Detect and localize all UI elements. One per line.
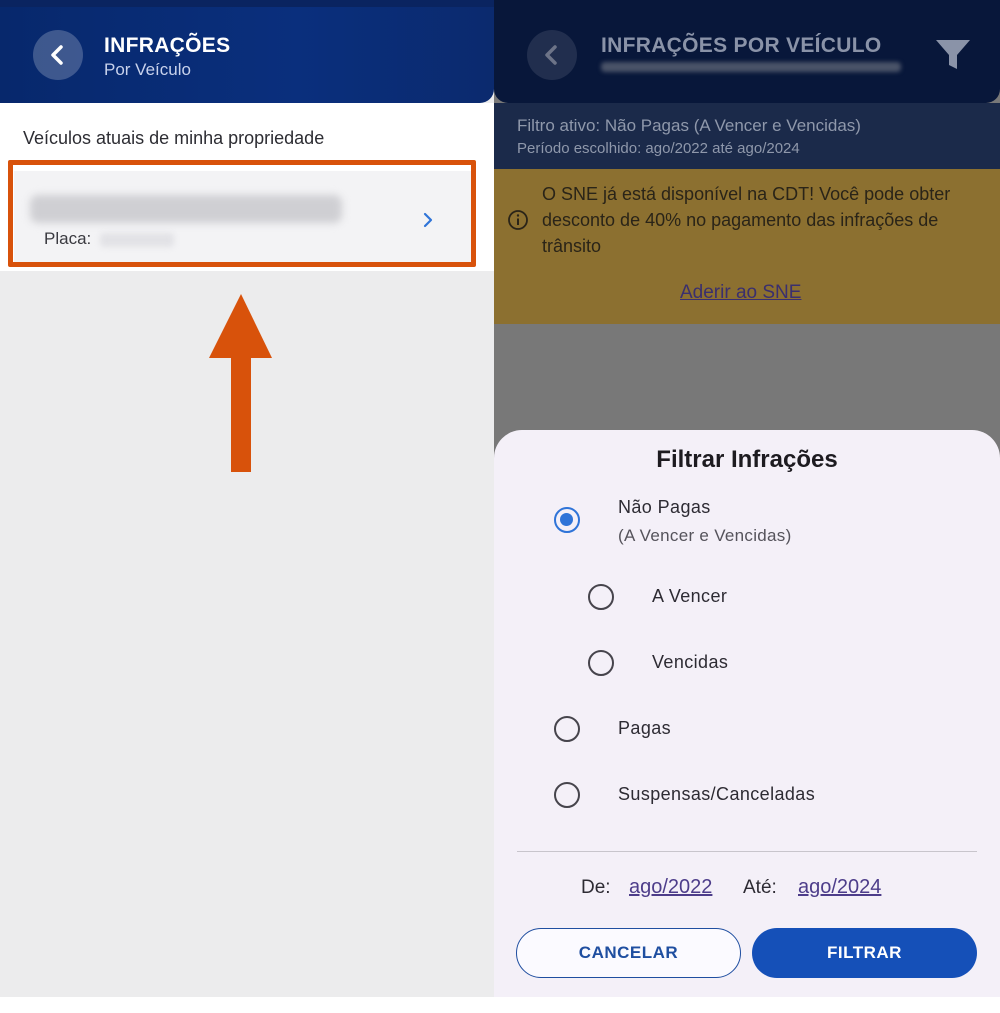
page-subtitle-redacted: [601, 62, 901, 72]
join-sne-link[interactable]: Aderir ao SNE: [680, 282, 801, 304]
filter-icon[interactable]: [934, 38, 972, 72]
highlight-annotation: [8, 160, 476, 267]
right-screen: INFRAÇÕES POR VEÍCULO Filtro ativo: Não …: [494, 0, 1000, 997]
app-header: INFRAÇÕES Por Veículo: [0, 0, 494, 103]
status-bar: [0, 0, 494, 7]
bottom-margin: [0, 997, 1000, 1013]
chevron-left-icon: [51, 45, 63, 65]
active-filter-text: Filtro ativo: Não Pagas (A Vencer e Venc…: [517, 116, 861, 135]
divider: [517, 851, 977, 852]
filter-button[interactable]: FILTRAR: [752, 928, 977, 978]
option-label-pagas: Pagas: [618, 718, 672, 738]
sne-notice-text: O SNE já está disponível na CDT! Você po…: [542, 184, 951, 256]
page-title: INFRAÇÕES: [104, 34, 231, 57]
chevron-left-icon: [545, 45, 557, 65]
from-label: De:: [581, 877, 611, 898]
info-icon: [508, 210, 528, 230]
back-button[interactable]: [33, 30, 83, 80]
left-screen: INFRAÇÕES Por Veículo Veículos atuais de…: [0, 0, 494, 997]
page-subtitle: Por Veículo: [104, 60, 191, 79]
option-label-suspensas-canceladas: Suspensas/Canceladas: [618, 784, 816, 804]
section-label: Veículos atuais de minha propriedade: [23, 128, 325, 148]
radio-nao-pagas[interactable]: [554, 507, 580, 533]
option-label-a-vencer: A Vencer: [652, 586, 728, 606]
radio-suspensas-canceladas[interactable]: [554, 782, 580, 808]
active-filter-panel: [494, 103, 1000, 169]
radio-pagas[interactable]: [554, 716, 580, 742]
arrow-up-icon: [209, 294, 272, 472]
from-date-picker[interactable]: ago/2022: [629, 876, 712, 899]
option-label-nao-pagas: Não Pagas: [618, 497, 711, 517]
option-sublabel-nao-pagas: (A Vencer e Vencidas): [618, 526, 792, 545]
page-title: INFRAÇÕES POR VEÍCULO: [601, 34, 882, 57]
radio-a-vencer[interactable]: [588, 584, 614, 610]
radio-vencidas[interactable]: [588, 650, 614, 676]
back-button[interactable]: [527, 30, 577, 80]
period-text: Período escolhido: ago/2022 até ago/2024: [517, 140, 800, 157]
cancel-button[interactable]: CANCELAR: [516, 928, 741, 978]
to-label: Até:: [743, 877, 777, 898]
to-date-picker[interactable]: ago/2024: [798, 876, 881, 899]
app-header-dimmed: INFRAÇÕES POR VEÍCULO: [494, 0, 1000, 103]
filter-sheet-title: Filtrar Infrações: [656, 446, 838, 473]
option-label-vencidas: Vencidas: [652, 652, 729, 672]
